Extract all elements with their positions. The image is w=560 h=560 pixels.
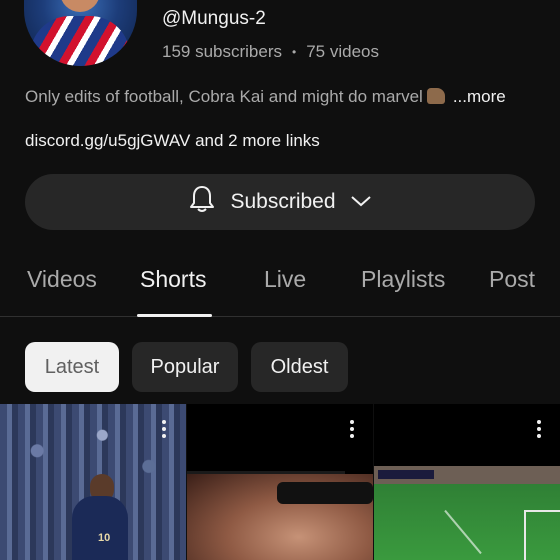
subscribed-label: Subscribed	[230, 190, 336, 213]
jersey-number: 10	[98, 532, 111, 544]
description-text: Only edits of football, Cobra Kai and mi…	[25, 87, 423, 106]
more-options-icon[interactable]	[350, 420, 354, 441]
short-thumbnail-1[interactable]: 10	[0, 404, 186, 560]
avatar-shirt	[30, 16, 130, 66]
more-link[interactable]: ...more	[453, 87, 506, 106]
more-options-icon[interactable]	[537, 420, 541, 441]
filter-latest-chip[interactable]: Latest	[25, 342, 119, 392]
video-count: 75 videos	[306, 42, 379, 61]
channel-links[interactable]: discord.gg/u5gjGWAV and 2 more links	[25, 131, 320, 151]
tab-post[interactable]: Post	[489, 266, 535, 293]
filter-oldest-chip[interactable]: Oldest	[251, 342, 348, 392]
tab-videos[interactable]: Videos	[27, 266, 97, 293]
channel-avatar[interactable]	[24, 0, 137, 66]
channel-tabs: Videos Shorts Live Playlists Post	[0, 252, 560, 317]
tab-live[interactable]: Live	[264, 266, 306, 293]
channel-handle: @Mungus-2	[162, 8, 266, 29]
tab-playlists[interactable]: Playlists	[361, 266, 445, 293]
goal-frame	[524, 510, 560, 560]
channel-meta: 159 subscribers • 75 videos	[162, 42, 379, 62]
more-options-icon[interactable]	[162, 420, 166, 441]
tab-shorts[interactable]: Shorts	[140, 266, 206, 293]
goat-emoji-icon	[426, 88, 445, 104]
active-tab-indicator	[137, 314, 212, 317]
player-figure	[72, 496, 128, 560]
headband-shape	[277, 482, 373, 504]
filter-popular-chip[interactable]: Popular	[132, 342, 238, 392]
avatar-face	[60, 0, 100, 12]
subscribed-button[interactable]: Subscribed	[25, 174, 535, 230]
bell-icon	[188, 184, 216, 220]
subscriber-count: 159 subscribers	[162, 42, 283, 61]
short-thumbnail-2[interactable]	[187, 404, 373, 560]
chevron-down-icon	[350, 190, 372, 214]
scoreboard-shape	[378, 470, 434, 479]
meta-separator: •	[292, 45, 297, 59]
channel-description[interactable]: Only edits of football, Cobra Kai and mi…	[25, 87, 506, 107]
short-thumbnail-3[interactable]	[374, 404, 560, 560]
